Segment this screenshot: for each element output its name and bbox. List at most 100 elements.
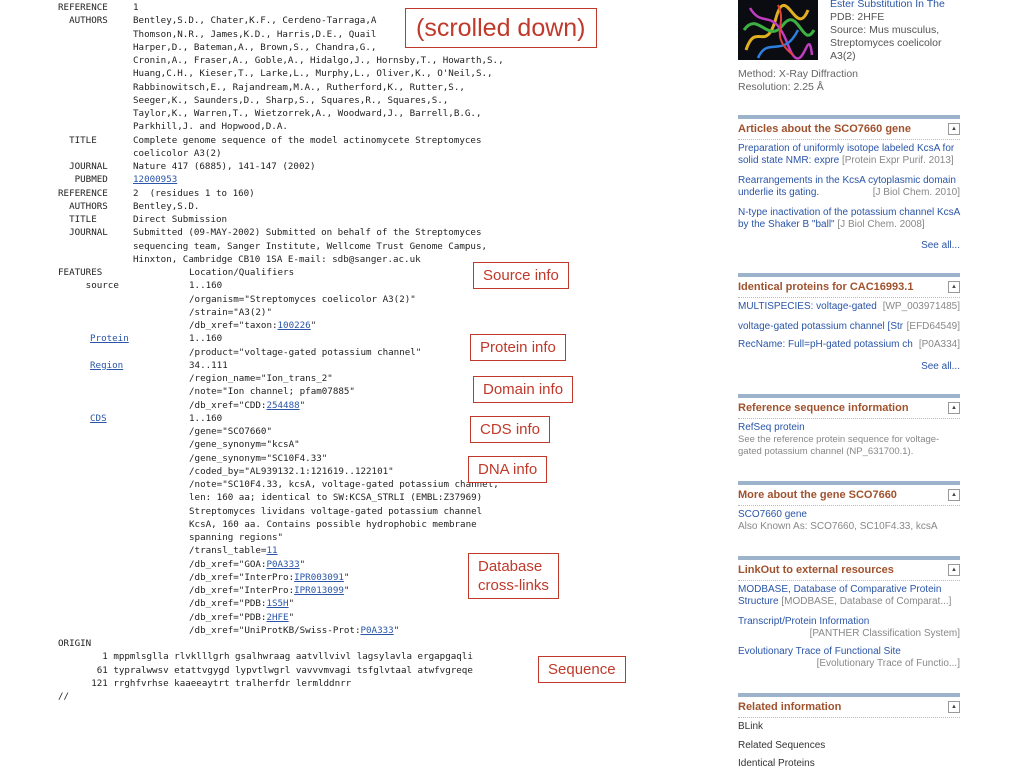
record-line: spanning regions" (58, 531, 658, 544)
linkout-link[interactable]: Evolutionary Trace of Functional Site (738, 646, 960, 658)
structure-thumbnail[interactable] (738, 0, 818, 60)
record-value: spanning regions" (189, 532, 284, 543)
xref-link[interactable]: 11 (266, 545, 277, 556)
identical-protein-item[interactable]: MULTISPECIES: voltage-gated [WP_00397148… (738, 301, 960, 313)
identical-protein-link[interactable]: MULTISPECIES: voltage-gated (738, 301, 877, 312)
record-line: Region 34..111 (58, 359, 658, 372)
record-value: Harper,D., Bateman,A., Brown,S., Chandra… (133, 41, 377, 53)
structure-method: Method: X-Ray Diffraction (738, 68, 859, 80)
record-line: KcsA, 160 aa. Contains possible hydropho… (58, 518, 658, 531)
callout-sequence: Sequence (538, 656, 626, 683)
xref-link[interactable]: IPR003091 (294, 572, 344, 583)
identical-protein-accession: [WP_003971485] (882, 301, 960, 313)
callout-domain-info: Domain info (473, 376, 574, 403)
linkout-link[interactable]: Transcript/Protein Information (738, 616, 960, 628)
xref-link[interactable]: 1S5H (266, 598, 288, 609)
identical-proteins-heading: Identical proteins for CAC16993.1 (738, 281, 914, 293)
articles-heading: Articles about the SCO7660 gene (738, 123, 911, 135)
feature-key-link[interactable]: Region (90, 359, 123, 372)
record-keyword: ORIGIN (58, 638, 92, 649)
record-value: /db_xref="UniProtKB/Swiss-Prot:P0A333" (189, 624, 400, 636)
xref-link[interactable]: P0A333 (266, 559, 299, 570)
linkout-item[interactable]: Transcript/Protein Information [PANTHER … (738, 616, 960, 640)
record-line: Cronin,A., Fraser,A., Goble,A., Hidalgo,… (58, 54, 658, 67)
gene-link[interactable]: SCO7660 gene (738, 509, 960, 521)
collapse-toggle-icon[interactable]: ▲ (948, 281, 960, 293)
record-value: /gene_synonym="kcsA" (189, 439, 300, 451)
article-item[interactable]: N-type inactivation of the potassium cha… (738, 207, 960, 231)
article-source: [Protein Expr Purif. 2013] (841, 155, 954, 166)
collapse-toggle-icon[interactable]: ▲ (948, 402, 960, 414)
articles-see-all-link[interactable]: See all... (921, 240, 960, 251)
identical-protein-link[interactable]: voltage-gated potassium channel [Str (738, 321, 903, 332)
collapse-toggle-icon[interactable]: ▲ (948, 701, 960, 713)
callout-cds-info: CDS info (470, 416, 551, 443)
record-line: AUTHORS Bentley,S.D. (58, 200, 658, 213)
record-keyword: FEATURES (58, 267, 103, 278)
record-value: /gene="SCO7660" (189, 426, 272, 437)
collapse-toggle-icon[interactable]: ▲ (948, 123, 960, 135)
articles-panel: Articles about the SCO7660 gene ▲ Prepar… (738, 115, 960, 255)
article-item[interactable]: Rearrangements in the KcsA cytoplasmic d… (738, 175, 960, 199)
collapse-toggle-icon[interactable]: ▲ (948, 489, 960, 501)
record-value: coelicolor A3(2) (133, 147, 222, 159)
record-keyword: PUBMED (58, 174, 108, 186)
record-value: Direct Submission (133, 214, 228, 225)
identical-protein-item[interactable]: voltage-gated potassium channel [Str [EF… (738, 321, 960, 333)
xref-link[interactable]: IPR013099 (294, 585, 344, 596)
record-line: CDS 1..160 (58, 412, 658, 425)
identical-protein-link[interactable]: RecName: Full=pH-gated potassium ch (738, 339, 913, 350)
collapse-toggle-icon[interactable]: ▲ (948, 564, 960, 576)
xref-link[interactable]: 254488 (266, 400, 299, 411)
record-value: /db_xref="GOA:P0A333" (189, 558, 306, 570)
linkout-source: [Evolutionary Trace of Functio...] (816, 658, 960, 669)
record-value: /db_xref="CDD:254488" (189, 399, 306, 411)
related-link-blink[interactable]: BLink (738, 721, 960, 733)
record-value: /product="voltage-gated potassium channe… (189, 346, 422, 358)
record-value: Parkhill,J. and Hopwood,D.A. (133, 121, 288, 133)
record-keyword: source (58, 280, 119, 292)
record-value: Bentley,S.D. (133, 200, 200, 212)
record-line: /db_xref="InterPro:IPR003091" (58, 571, 658, 584)
feature-key-link[interactable]: Protein (90, 332, 129, 345)
record-keyword: 61 typralwwsv etattvgygd lypvtlwgrl vavv… (58, 664, 473, 676)
related-link-sequences[interactable]: Related Sequences (738, 740, 960, 752)
record-value: Complete genome sequence of the model ac… (133, 134, 482, 146)
record-line: /db_xref="InterPro:IPR013099" (58, 584, 658, 597)
record-line: Taylor,K., Warren,T., Wietzorrek,A., Woo… (58, 107, 658, 120)
structure-source-line2: Streptomyces coelicolor (830, 37, 942, 49)
refseq-heading: Reference sequence information (738, 402, 909, 414)
feature-key-link[interactable]: CDS (90, 412, 107, 425)
identical-see-all-link[interactable]: See all... (921, 361, 960, 372)
record-value: 12000953 (133, 173, 177, 186)
record-line: /db_xref="PDB:2HFE" (58, 611, 658, 624)
related-link-identical-proteins[interactable]: Identical Proteins (738, 758, 960, 770)
structure-title-tail[interactable]: Ester Substitution In The (830, 0, 960, 11)
record-line: Protein 1..160 (58, 332, 658, 345)
record-value: 2 (residues 1 to 160) (133, 187, 255, 199)
right-sidebar: Ester Substitution In The PDB: 2HFE Sour… (738, 0, 960, 770)
record-line: sequencing team, Sanger Institute, Wellc… (58, 240, 658, 253)
identical-protein-item[interactable]: RecName: Full=pH-gated potassium ch [P0A… (738, 339, 960, 351)
linkout-item[interactable]: MODBASE, Database of Comparative Protein… (738, 584, 960, 608)
record-value: 1..160 (189, 412, 223, 424)
xref-link[interactable]: P0A333 (360, 625, 393, 636)
record-keyword: REFERENCE (58, 2, 108, 13)
record-line: Rabbinowitsch,E., Rajandream,M.A., Ruthe… (58, 81, 658, 94)
record-value: /db_xref="InterPro:IPR013099" (189, 585, 350, 596)
record-value: /region_name="Ion_trans_2" (189, 373, 333, 384)
xref-link[interactable]: 2HFE (266, 612, 288, 623)
record-value: Thomson,N.R., James,K.D., Harris,D.E., Q… (133, 28, 377, 40)
xref-link[interactable]: 12000953 (133, 174, 177, 185)
article-source: [J Biol Chem. 2010] (872, 187, 960, 198)
structure-summary: Ester Substitution In The PDB: 2HFE Sour… (830, 0, 960, 63)
record-value: KcsA, 160 aa. Contains possible hydropho… (189, 518, 477, 530)
record-value: Cronin,A., Fraser,A., Goble,A., Hidalgo,… (133, 55, 504, 66)
xref-link[interactable]: 100226 (278, 320, 311, 331)
record-line: Huang,C.H., Kieser,T., Larke,L., Murphy,… (58, 67, 658, 80)
record-line: /gene="SCO7660" (58, 425, 658, 438)
linkout-item[interactable]: Evolutionary Trace of Functional Site [E… (738, 646, 960, 670)
record-value: sequencing team, Sanger Institute, Wellc… (133, 240, 488, 252)
refseq-protein-link[interactable]: RefSeq protein (738, 422, 960, 434)
article-item[interactable]: Preparation of uniformly isotope labeled… (738, 143, 960, 167)
